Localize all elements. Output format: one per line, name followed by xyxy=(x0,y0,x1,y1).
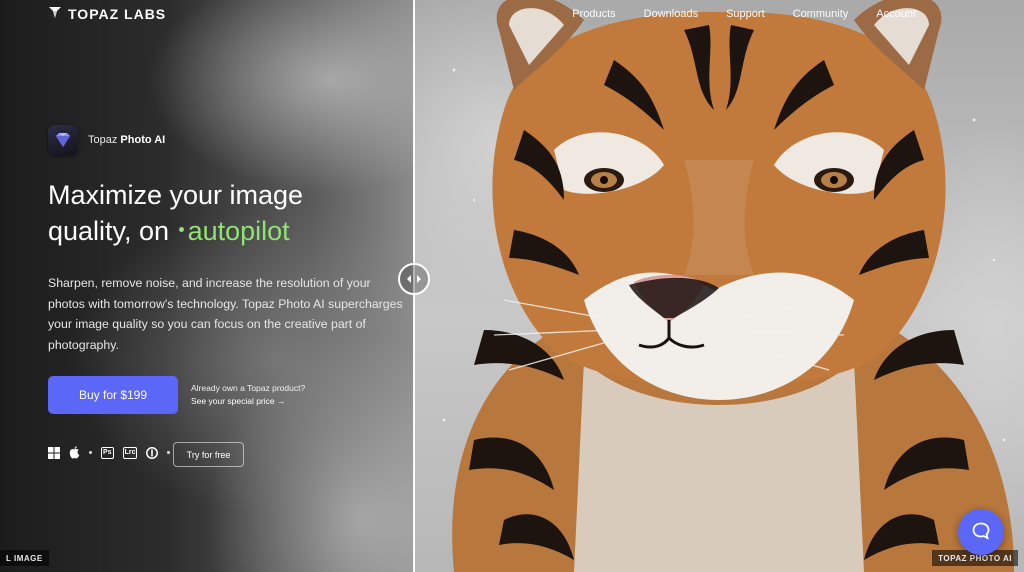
separator-dot xyxy=(167,451,171,454)
product-tag: Topaz Photo AI xyxy=(48,125,165,155)
special-price-link[interactable]: See your special price → xyxy=(191,395,305,408)
chat-support-button[interactable] xyxy=(958,509,1004,555)
tiger-photo xyxy=(442,0,1014,572)
owner-question: Already own a Topaz product? xyxy=(191,383,306,393)
accent-dot xyxy=(178,227,184,233)
info-icon xyxy=(146,446,159,459)
original-image-label: L IMAGE xyxy=(0,550,49,566)
chat-icon xyxy=(971,521,991,544)
buy-button[interactable]: Buy for $199 xyxy=(48,376,178,414)
product-name: Topaz Photo AI xyxy=(88,134,165,146)
arrows-left-right-icon xyxy=(407,270,421,288)
windows-icon xyxy=(48,446,60,459)
top-nav: Products Downloads Support Community Acc… xyxy=(544,8,916,20)
nav-item-account[interactable]: Account xyxy=(876,8,916,20)
separator-dot xyxy=(89,451,92,454)
headline-line1: Maximize your image xyxy=(48,180,304,210)
headline-line2: quality, on xyxy=(48,216,170,246)
logo-text: TOPAZ LABS xyxy=(68,5,167,22)
nav-item-support[interactable]: Support xyxy=(726,8,765,20)
photoshop-plugin-icon: Ps xyxy=(101,446,114,459)
platform-icons: Ps Lrc xyxy=(48,446,171,459)
nav-item-community[interactable]: Community xyxy=(793,8,849,20)
photo-ai-app-icon xyxy=(48,125,78,155)
topaz-labs-logo[interactable]: TOPAZ LABS xyxy=(48,5,166,22)
apple-icon xyxy=(69,446,80,459)
nav-item-products[interactable]: Products xyxy=(572,8,615,20)
product-title: Photo AI xyxy=(120,134,166,146)
product-vendor: Topaz xyxy=(88,134,118,146)
hero-headline: Maximize your image quality, on autopilo… xyxy=(48,177,408,249)
lightroom-plugin-icon: Lrc xyxy=(122,446,138,459)
nav-item-downloads[interactable]: Downloads xyxy=(644,8,698,20)
owner-note: Already own a Topaz product? See your sp… xyxy=(191,382,305,408)
hero-description: Sharpen, remove noise, and increase the … xyxy=(48,276,403,352)
try-for-free-button[interactable]: Try for free xyxy=(173,442,244,467)
topaz-logo-icon xyxy=(48,5,62,22)
headline-accent: autopilot xyxy=(187,216,290,246)
enhanced-image-panel xyxy=(414,0,1024,572)
